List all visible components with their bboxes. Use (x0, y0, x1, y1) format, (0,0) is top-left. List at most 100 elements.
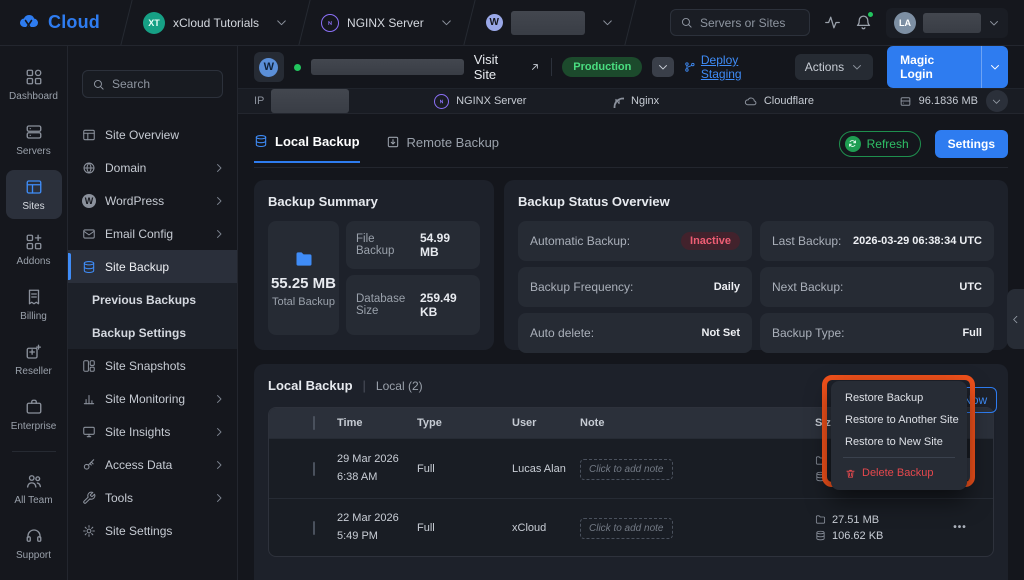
status-value: Daily (714, 281, 740, 293)
magic-login-dropdown-button[interactable] (981, 46, 1008, 88)
workspace-badge: XT (143, 12, 165, 34)
nav-domain[interactable]: Domain (68, 151, 237, 184)
database-size-tile: Database Size 259.49 KB (346, 275, 480, 335)
redacted-site-selector (511, 11, 585, 35)
file-backup-label: File Backup (356, 233, 414, 257)
wordpress-icon (259, 58, 278, 77)
status-label: Backup Frequency: (530, 280, 633, 294)
nav-label: Email Config (105, 227, 204, 241)
nav-backup-settings[interactable]: Backup Settings (68, 316, 237, 349)
nav-site-monitoring[interactable]: Site Monitoring (68, 382, 237, 415)
menu-item-restore-new-site[interactable]: Restore to New Site (831, 431, 967, 453)
menu-item-restore-another-site[interactable]: Restore to Another Site (831, 409, 967, 431)
deploy-staging-link[interactable]: Deploy Staging (684, 53, 781, 81)
menu-item-restore-backup[interactable]: Restore Backup (831, 387, 967, 409)
xcloud-logo-icon (16, 11, 42, 35)
chevron-right-icon (213, 393, 225, 405)
wordpress-icon (82, 194, 96, 208)
backup-icon (82, 260, 96, 274)
tab-remote-backup[interactable]: Remote Backup (386, 135, 500, 162)
webserver-name: Nginx (631, 95, 659, 107)
sidebar-item-all-team[interactable]: All Team (6, 464, 62, 513)
environment-dropdown-button[interactable] (652, 57, 674, 77)
magic-login-button[interactable]: Magic Login (887, 46, 981, 88)
add-note-field[interactable]: Click to add note (580, 459, 673, 480)
nav-site-settings[interactable]: Site Settings (68, 514, 237, 547)
status-label: Auto delete: (530, 326, 594, 340)
panel-collapse-handle[interactable] (1007, 289, 1024, 349)
backup-type-tile: Backup Type: Full (760, 313, 994, 353)
notifications-button[interactable] (855, 14, 872, 31)
actions-label: Actions (805, 60, 844, 74)
sidebar-search[interactable] (82, 70, 223, 98)
sidebar-item-addons[interactable]: Addons (6, 225, 62, 274)
chevron-down-icon (657, 61, 669, 73)
global-search-input[interactable] (700, 16, 800, 30)
section-title: Local Backup (268, 378, 353, 393)
nav-label: Tools (105, 491, 204, 505)
site-sidebar: Site Overview Domain WordPress Email Con… (68, 46, 238, 580)
backup-count: Local (2) (376, 379, 423, 393)
row-actions-button[interactable] (945, 517, 975, 539)
row-checkbox[interactable] (313, 521, 315, 535)
gear-icon (82, 524, 96, 538)
sidebar-item-enterprise[interactable]: Enterprise (6, 390, 62, 439)
add-note-field[interactable]: Click to add note (580, 518, 673, 539)
primary-sidebar: Dashboard Servers Sites Addons Billing R… (0, 46, 68, 580)
info-bar-expand-button[interactable] (986, 90, 1008, 112)
divider (551, 58, 552, 76)
nav-site-snapshots[interactable]: Site Snapshots (68, 349, 237, 382)
menu-item-delete-backup[interactable]: Delete Backup (831, 462, 967, 484)
folder-icon (294, 249, 314, 269)
sidebar-search-input[interactable] (112, 77, 212, 91)
globe-icon (82, 161, 96, 175)
ip-label: IP (254, 95, 264, 107)
sidebar-item-support[interactable]: Support (6, 519, 62, 568)
sidebar-item-label: Sites (22, 201, 44, 212)
account-menu[interactable]: LA (886, 8, 1008, 38)
column-user: User (512, 417, 580, 429)
nav-site-insights[interactable]: Site Insights (68, 415, 237, 448)
monitor-icon (82, 425, 96, 439)
database-icon (815, 471, 826, 482)
sidebar-item-sites[interactable]: Sites (6, 170, 62, 219)
status-value: Not Set (702, 327, 741, 339)
disk-segment: 96.1836 MB (899, 95, 978, 108)
nav-label: Site Monitoring (105, 392, 204, 406)
tab-local-backup[interactable]: Local Backup (254, 134, 360, 163)
sidebar-item-billing[interactable]: Billing (6, 280, 62, 329)
breadcrumb-site[interactable] (470, 11, 630, 35)
nav-tools[interactable]: Tools (68, 481, 237, 514)
refresh-button[interactable]: Refresh (839, 131, 921, 157)
total-backup-label: Total Backup (272, 296, 335, 308)
nav-wordpress[interactable]: WordPress (68, 184, 237, 217)
sidebar-item-reseller[interactable]: Reseller (6, 335, 62, 384)
select-all-checkbox[interactable] (313, 416, 315, 430)
breadcrumb-server[interactable]: NGINX Server (305, 14, 469, 32)
sidebar-item-servers[interactable]: Servers (6, 115, 62, 164)
search-icon (680, 16, 693, 29)
nav-previous-backups[interactable]: Previous Backups (68, 283, 237, 316)
redacted-ip-address (271, 89, 349, 113)
visit-site-link[interactable]: Visit Site (474, 52, 542, 82)
settings-button[interactable]: Settings (935, 130, 1008, 158)
row-checkbox[interactable] (313, 462, 315, 476)
global-search[interactable] (670, 9, 810, 36)
xcloud-logo[interactable]: Cloud (0, 11, 126, 35)
nav-email-config[interactable]: Email Config (68, 217, 237, 250)
column-time: Time (337, 417, 417, 429)
nav-label: Site Insights (105, 425, 204, 439)
dns-segment: Cloudflare (744, 95, 814, 108)
actions-button[interactable]: Actions (795, 54, 873, 80)
webserver-segment: Nginx (611, 95, 659, 108)
nav-access-data[interactable]: Access Data (68, 448, 237, 481)
activity-button[interactable] (824, 14, 841, 31)
breadcrumb-workspace[interactable]: XT xCloud Tutorials (127, 12, 304, 34)
backup-user: xCloud (512, 522, 580, 534)
topbar: Cloud XT xCloud Tutorials NGINX Server L… (0, 0, 1024, 46)
site-type-badge (254, 52, 284, 82)
mail-icon (82, 227, 96, 241)
nav-site-backup[interactable]: Site Backup (68, 250, 237, 283)
sidebar-item-dashboard[interactable]: Dashboard (6, 60, 62, 109)
nav-site-overview[interactable]: Site Overview (68, 118, 237, 151)
